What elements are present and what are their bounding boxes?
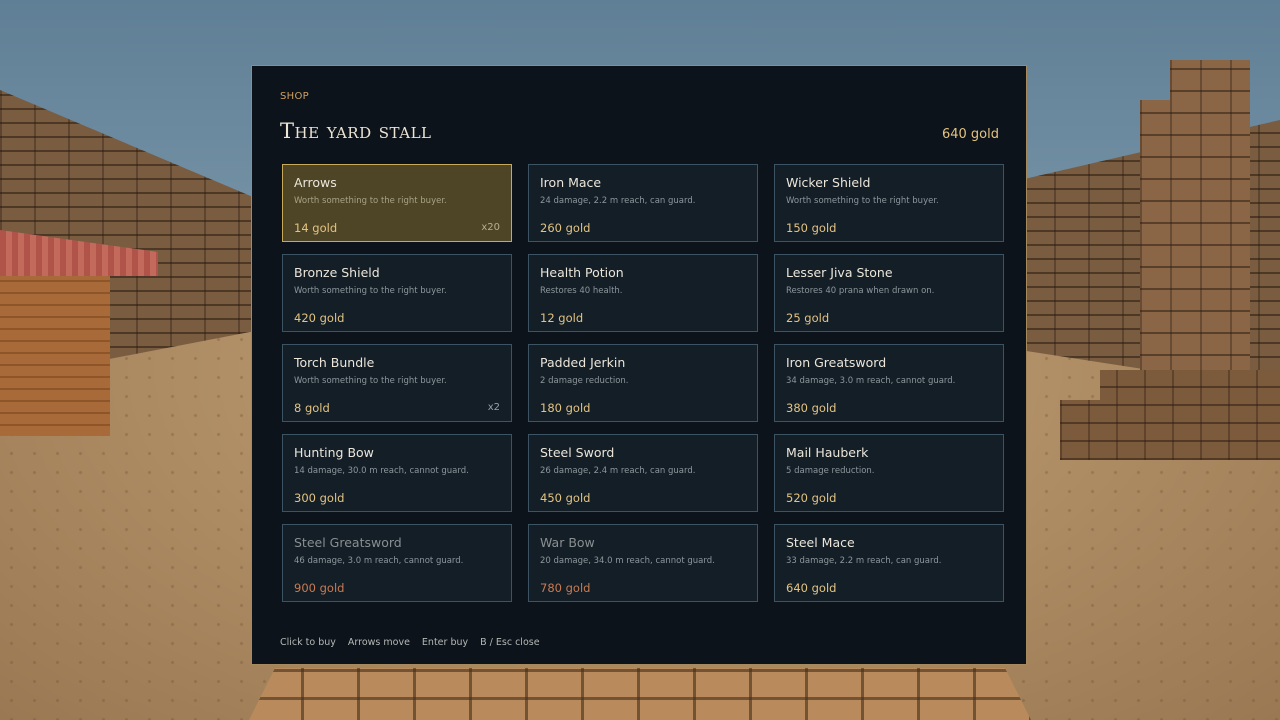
control-hints: Click to buy Arrows move Enter buy B / Esc … — [280, 637, 540, 648]
item-description: Restores 40 prana when drawn on. — [786, 286, 935, 296]
item-description: 33 damage, 2.2 m reach, can guard. — [786, 556, 942, 566]
shop-item-card[interactable]: Lesser Jiva Stone Restores 40 prana when … — [774, 254, 1004, 332]
market-stall — [0, 276, 110, 436]
shop-item-card[interactable]: Padded Jerkin 2 damage reduction. 180 gold — [528, 344, 758, 422]
control-hint: Arrows move — [347, 637, 410, 648]
brick-tower — [1140, 60, 1250, 400]
item-description: 46 damage, 3.0 m reach, cannot guard. — [294, 556, 464, 566]
shop-item-card[interactable]: Mail Hauberk 5 damage reduction. 520 gold — [774, 434, 1004, 512]
item-price: 900 gold — [294, 581, 345, 595]
item-name: Torch Bundle — [294, 355, 375, 370]
shop-item-card[interactable]: Steel Sword 26 damage, 2.4 m reach, can g… — [528, 434, 758, 512]
item-price: 420 gold — [294, 311, 345, 325]
item-name: Bronze Shield — [294, 265, 380, 280]
item-name: Hunting Bow — [294, 445, 374, 460]
control-hint: Enter buy — [421, 637, 469, 648]
item-description: 34 damage, 3.0 m reach, cannot guard. — [786, 376, 956, 386]
shop-item-card[interactable]: War Bow 20 damage, 34.0 m reach, cannot g… — [528, 524, 758, 602]
item-description: 2 damage reduction. — [540, 376, 629, 386]
item-price: 12 gold — [540, 311, 584, 325]
shop-item-card[interactable]: Iron Mace 24 damage, 2.2 m reach, can gua… — [528, 164, 758, 242]
item-price: 300 gold — [294, 491, 345, 505]
control-hint: Click to buy — [280, 637, 336, 648]
item-description: 5 damage reduction. — [786, 466, 875, 476]
shop-panel: SHOP The yard stall 640 gold Arrows Worth… — [251, 65, 1027, 665]
item-description: Worth something to the right buyer. — [294, 286, 447, 296]
shop-label: SHOP — [280, 91, 309, 102]
item-price: 260 gold — [540, 221, 591, 235]
item-name: War Bow — [540, 535, 595, 550]
item-name: Steel Greatsword — [294, 535, 402, 550]
shop-item-card[interactable]: Health Potion Restores 40 health. 12 gold — [528, 254, 758, 332]
item-name: Arrows — [294, 175, 337, 190]
item-name: Mail Hauberk — [786, 445, 869, 460]
item-description: Worth something to the right buyer. — [294, 376, 447, 386]
item-description: Restores 40 health. — [540, 286, 623, 296]
item-name: Steel Mace — [786, 535, 855, 550]
item-quantity: x20 — [481, 222, 500, 233]
shop-item-grid: Arrows Worth something to the right buyer… — [282, 164, 1004, 602]
item-description: 26 damage, 2.4 m reach, can guard. — [540, 466, 696, 476]
item-description: 24 damage, 2.2 m reach, can guard. — [540, 196, 696, 206]
item-price: 380 gold — [786, 401, 837, 415]
item-price: 8 gold — [294, 401, 330, 415]
item-price: 150 gold — [786, 221, 837, 235]
shop-item-card[interactable]: Torch Bundle Worth something to the right… — [282, 344, 512, 422]
shop-item-card[interactable]: Hunting Bow 14 damage, 30.0 m reach, cann… — [282, 434, 512, 512]
item-name: Iron Greatsword — [786, 355, 887, 370]
shop-item-card[interactable]: Wicker Shield Worth something to the righ… — [774, 164, 1004, 242]
item-description: 20 damage, 34.0 m reach, cannot guard. — [540, 556, 715, 566]
item-price: 450 gold — [540, 491, 591, 505]
item-name: Lesser Jiva Stone — [786, 265, 893, 280]
item-name: Steel Sword — [540, 445, 615, 460]
item-quantity: x2 — [487, 402, 500, 413]
item-price: 25 gold — [786, 311, 830, 325]
control-hint: B / Esc close — [480, 637, 540, 648]
shop-item-card[interactable]: Bronze Shield Worth something to the righ… — [282, 254, 512, 332]
shop-item-card[interactable]: Steel Mace 33 damage, 2.2 m reach, can gu… — [774, 524, 1004, 602]
item-description: 14 damage, 30.0 m reach, cannot guard. — [294, 466, 469, 476]
player-gold: 640 gold — [941, 127, 999, 142]
tiled-floor — [245, 668, 1035, 720]
item-price: 780 gold — [540, 581, 591, 595]
item-price: 520 gold — [786, 491, 837, 505]
item-price: 180 gold — [540, 401, 591, 415]
item-name: Iron Mace — [540, 175, 602, 190]
item-price: 14 gold — [294, 221, 338, 235]
item-description: Worth something to the right buyer. — [294, 196, 447, 206]
shop-item-card[interactable]: Arrows Worth something to the right buyer… — [282, 164, 512, 242]
item-name: Health Potion — [540, 265, 624, 280]
shop-item-card[interactable]: Iron Greatsword 34 damage, 3.0 m reach, c… — [774, 344, 1004, 422]
item-description: Worth something to the right buyer. — [786, 196, 939, 206]
item-name: Wicker Shield — [786, 175, 871, 190]
shop-title: The yard stall — [280, 119, 432, 143]
item-name: Padded Jerkin — [540, 355, 626, 370]
shop-item-card[interactable]: Steel Greatsword 46 damage, 3.0 m reach, … — [282, 524, 512, 602]
item-price: 640 gold — [786, 581, 837, 595]
